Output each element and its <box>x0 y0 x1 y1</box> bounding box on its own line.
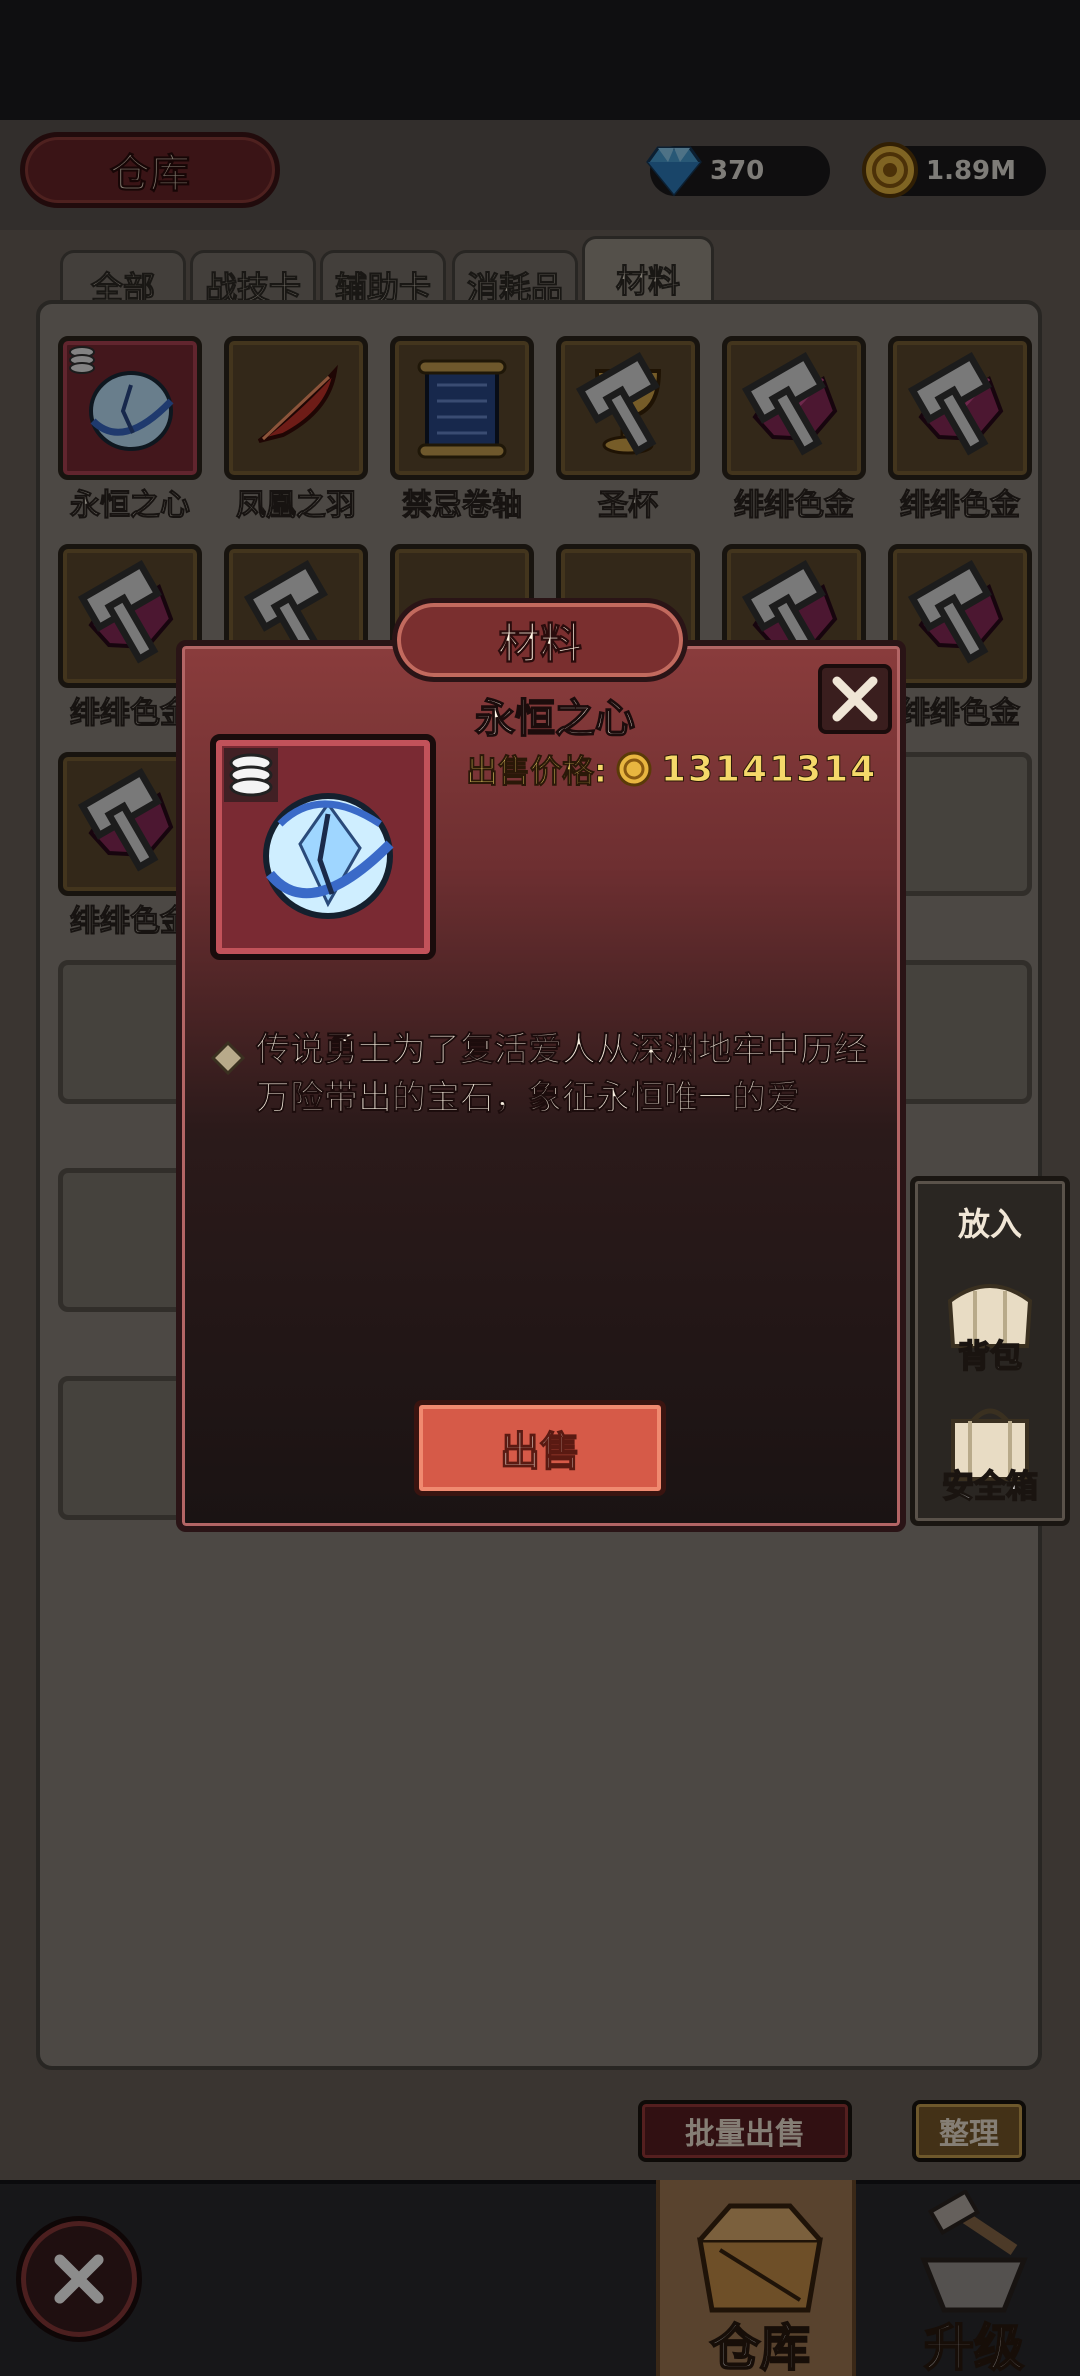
screen: 仓库 370 1.89M 全部 战技卡 辅助卡 消耗品 材料 永恒之心 凤凰之羽… <box>0 0 1080 2376</box>
dialog-title: 材料 <box>497 618 582 668</box>
backpack-button[interactable]: 背包 <box>925 1271 1055 1391</box>
dialog-header: 材料 <box>392 598 688 682</box>
close-button[interactable] <box>818 664 892 734</box>
sell-button-label: 出售 <box>499 1428 581 1476</box>
item-preview <box>210 734 436 960</box>
place-into-panel: 放入 背包 安全箱 <box>910 1176 1070 1526</box>
safe-box-button[interactable]: 安全箱 <box>925 1401 1055 1521</box>
sell-button[interactable]: 出售 <box>414 1400 666 1496</box>
price-row: 出售价格: 13141314 <box>466 746 877 792</box>
gold-coin-icon <box>615 750 653 788</box>
backpack-label: 背包 <box>957 1336 1023 1376</box>
safe-box-label: 安全箱 <box>941 1466 1039 1506</box>
price-value: 13141314 <box>660 748 878 790</box>
close-icon <box>832 676 878 722</box>
side-panel-title: 放入 <box>957 1205 1022 1243</box>
description-text: 传说勇士为了复活爱人从深渊地牢中历经万险带出的宝石，象征永恒唯一的爱 <box>256 1030 869 1119</box>
item-description: 传说勇士为了复活爱人从深渊地牢中历经万险带出的宝石，象征永恒唯一的爱 <box>210 1026 880 1122</box>
price-label: 出售价格: <box>466 752 608 791</box>
stack-icon <box>224 748 278 802</box>
diamond-bullet-icon <box>210 1026 246 1122</box>
item-name: 永恒之心 <box>474 695 636 743</box>
